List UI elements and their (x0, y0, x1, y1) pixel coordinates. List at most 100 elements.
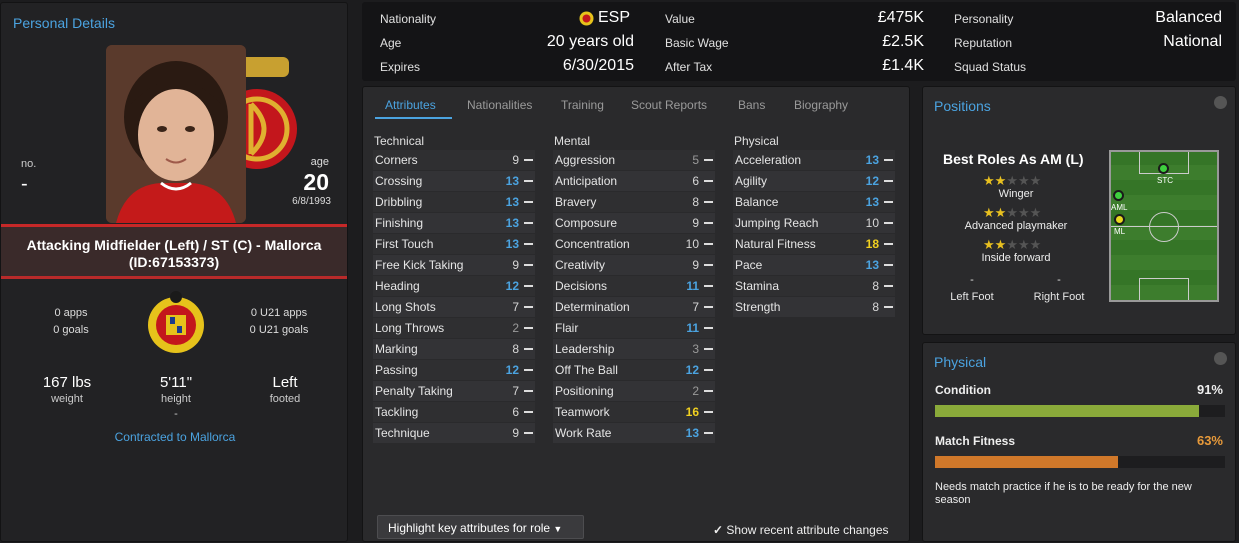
physical-attribute-row[interactable]: Natural Fitness 18 (733, 234, 895, 254)
technical-attribute-row[interactable]: Dribbling 13 (373, 192, 535, 212)
technical-attribute-row[interactable]: Penalty Taking 7 (373, 381, 535, 401)
physical-attribute-row[interactable]: Jumping Reach 10 (733, 213, 895, 233)
attribute-name: Long Shots (375, 300, 436, 314)
technical-attribute-row[interactable]: Heading 12 (373, 276, 535, 296)
trend-dash-icon (704, 159, 713, 161)
squad-status-label: Squad Status (954, 60, 1027, 74)
nationality-value[interactable]: ESP (598, 9, 630, 27)
tab-bans[interactable]: Bans (738, 98, 765, 112)
attribute-name: Technique (375, 426, 430, 440)
u21-apps: 0 U21 apps (250, 307, 308, 319)
technical-attribute-row[interactable]: First Touch 13 (373, 234, 535, 254)
attribute-value: 3 (692, 342, 699, 356)
mental-attribute-row[interactable]: Determination 7 (553, 297, 715, 317)
physical-attribute-row[interactable]: Strength 8 (733, 297, 895, 317)
physical-attribute-row[interactable]: Pace 13 (733, 255, 895, 275)
technical-attribute-row[interactable]: Tackling 6 (373, 402, 535, 422)
highlight-attributes-button[interactable]: Highlight key attributes for role ▼ (377, 515, 584, 539)
contract-link[interactable]: Contracted to Mallorca (1, 430, 349, 444)
physical-attribute-row[interactable]: Stamina 8 (733, 276, 895, 296)
tab-training[interactable]: Training (561, 98, 604, 112)
foot-value: Left (272, 374, 298, 391)
mental-attribute-row[interactable]: Off The Ball 12 (553, 360, 715, 380)
attribute-name: Teamwork (555, 405, 610, 419)
pitch-label-aml: AML (1111, 203, 1128, 212)
role-name[interactable]: Advanced playmaker (946, 220, 1086, 232)
position-dot-stc (1158, 163, 1169, 174)
mental-attribute-row[interactable]: Creativity 9 (553, 255, 715, 275)
personality-value: Balanced (1155, 9, 1222, 26)
collapse-icon[interactable] (1214, 352, 1227, 365)
mental-attribute-row[interactable]: Aggression 5 (553, 150, 715, 170)
national-team-crest-icon (148, 291, 204, 353)
physical-attribute-row[interactable]: Balance 13 (733, 192, 895, 212)
attribute-name: Aggression (555, 153, 616, 167)
technical-attribute-row[interactable]: Finishing 13 (373, 213, 535, 233)
attribute-value: 10 (685, 237, 699, 251)
technical-attribute-row[interactable]: Technique 9 (373, 423, 535, 443)
mental-attribute-row[interactable]: Composure 9 (553, 213, 715, 233)
tab-scout-reports[interactable]: Scout Reports (631, 98, 707, 112)
trend-dash-icon (524, 306, 533, 308)
trend-dash-icon (884, 180, 893, 182)
tab-attributes[interactable]: Attributes (385, 98, 436, 112)
attribute-name: Decisions (555, 279, 608, 293)
mental-attribute-row[interactable]: Positioning 2 (553, 381, 715, 401)
mental-attribute-row[interactable]: Anticipation 6 (553, 171, 715, 191)
trend-dash-icon (704, 264, 713, 266)
physical-title: Physical (934, 354, 987, 370)
nationality-label: Nationality (380, 12, 437, 26)
technical-attribute-row[interactable]: Long Throws 2 (373, 318, 535, 338)
aftertax-value: £1.4K (882, 57, 924, 74)
trend-dash-icon (524, 348, 533, 350)
mental-attribute-row[interactable]: Teamwork 16 (553, 402, 715, 422)
mental-attribute-row[interactable]: Bravery 8 (553, 192, 715, 212)
star-icon: ★ (1029, 237, 1042, 252)
mental-attribute-row[interactable]: Flair 11 (553, 318, 715, 338)
attribute-name: Strength (735, 300, 781, 314)
attribute-value: 18 (865, 237, 879, 251)
technical-attribute-row[interactable]: Long Shots 7 (373, 297, 535, 317)
show-changes-checkbox[interactable]: ✓ Show recent attribute changes (713, 523, 889, 537)
collapse-icon[interactable] (1214, 96, 1227, 109)
trend-dash-icon (884, 159, 893, 161)
attribute-value: 6 (512, 405, 519, 419)
mental-attribute-row[interactable]: Work Rate 13 (553, 423, 715, 443)
left-foot-label: Left Foot (950, 291, 994, 303)
best-roles-heading: Best Roles As AM (L) (943, 151, 1084, 167)
physical-attribute-row[interactable]: Acceleration 13 (733, 150, 895, 170)
age-info-value: 20 years old (546, 33, 634, 50)
trend-dash-icon (704, 306, 713, 308)
attribute-name: Finishing (375, 216, 424, 230)
mental-attribute-row[interactable]: Concentration 10 (553, 234, 715, 254)
technical-attribute-row[interactable]: Free Kick Taking 9 (373, 255, 535, 275)
technical-attribute-row[interactable]: Marking 8 (373, 339, 535, 359)
reputation-label: Reputation (954, 36, 1013, 50)
star-icon: ★ (1029, 205, 1042, 220)
aftertax-label: After Tax (665, 60, 713, 74)
physical-attribute-row[interactable]: Agility 12 (733, 171, 895, 191)
tab-biography[interactable]: Biography (794, 98, 848, 112)
trend-dash-icon (884, 306, 893, 308)
attribute-value: 9 (692, 216, 699, 230)
trend-dash-icon (524, 285, 533, 287)
trend-dash-icon (704, 327, 713, 329)
active-tab-indicator (375, 117, 452, 119)
technical-attribute-row[interactable]: Corners 9 (373, 150, 535, 170)
attribute-name: Determination (555, 300, 630, 314)
attribute-value: 9 (692, 258, 699, 272)
role-name[interactable]: Winger (946, 188, 1086, 200)
star-icon: ★ (1017, 205, 1030, 220)
trend-dash-icon (524, 264, 533, 266)
attribute-name: Acceleration (735, 153, 802, 167)
role-name[interactable]: Inside forward (946, 252, 1086, 264)
trend-dash-icon (704, 390, 713, 392)
technical-attribute-row[interactable]: Crossing 13 (373, 171, 535, 191)
tab-nationalities[interactable]: Nationalities (467, 98, 532, 112)
technical-attribute-row[interactable]: Passing 12 (373, 360, 535, 380)
mental-attribute-row[interactable]: Decisions 11 (553, 276, 715, 296)
physical-note: Needs match practice if he is to be read… (935, 481, 1192, 506)
mental-attribute-row[interactable]: Leadership 3 (553, 339, 715, 359)
attribute-name: Flair (555, 321, 579, 335)
star-icon: ★ (1017, 173, 1030, 188)
